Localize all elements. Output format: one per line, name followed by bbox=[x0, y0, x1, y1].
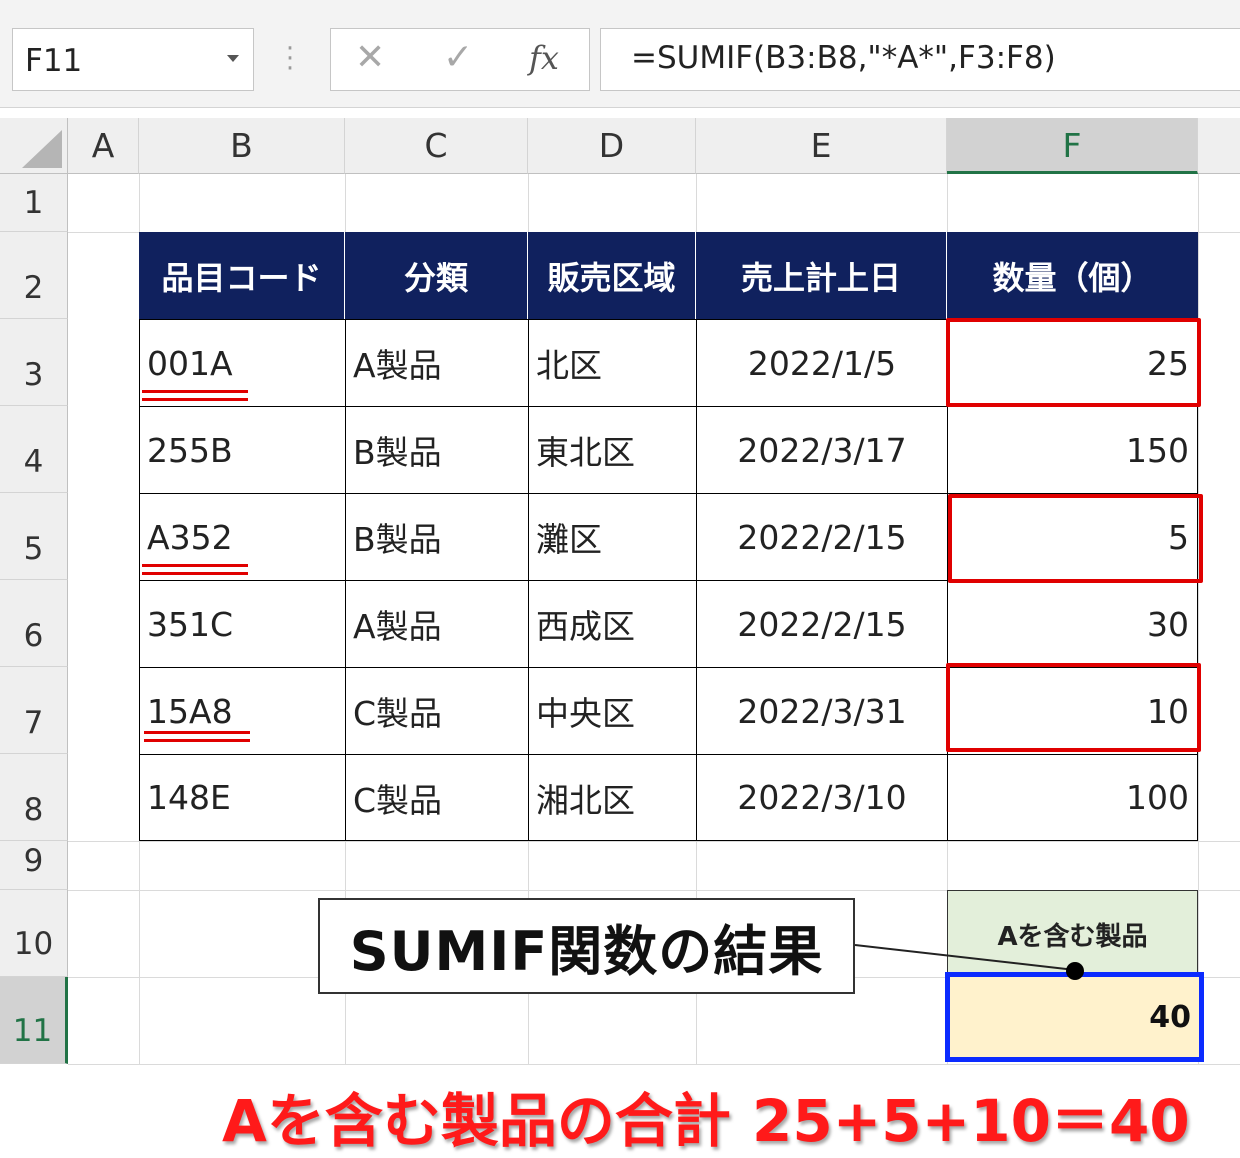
callout-box: SUMIF関数の結果 bbox=[318, 898, 855, 994]
sum-note-left: Aを含む製品の合計 bbox=[222, 1087, 731, 1155]
sum-note: Aを含む製品の合計 25+5+10＝40 bbox=[0, 1068, 1240, 1155]
sum-note-right: 25+5+10＝40 bbox=[752, 1087, 1190, 1155]
